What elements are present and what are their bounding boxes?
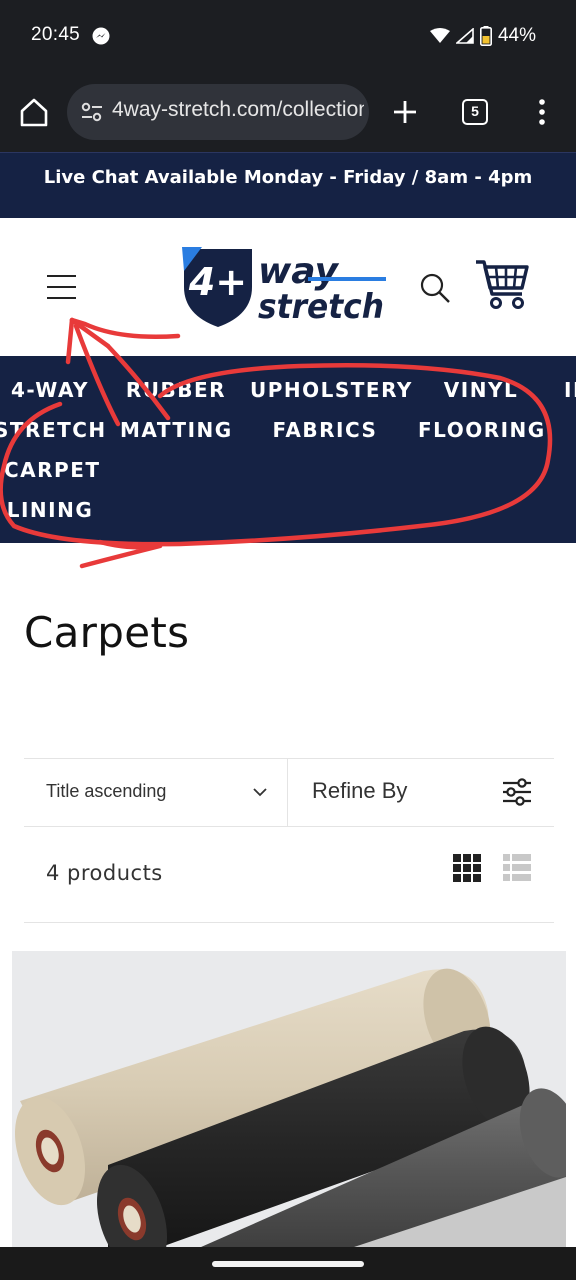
main-navigation: 4-WAY STRETCH RUBBER MATTING UPHOLSTERY … (0, 356, 576, 543)
nav-item-label-line1: 4-WAY (10, 378, 90, 402)
nav-item-label-line1: IN (564, 378, 576, 402)
battery-icon (479, 26, 492, 46)
page-title: Carpets (24, 608, 190, 657)
system-gesture-bar (0, 1247, 576, 1280)
nav-item-label-line2: FABRICS (272, 418, 378, 442)
nav-item-overflow[interactable]: IN (564, 370, 576, 410)
cart-icon[interactable] (474, 258, 530, 312)
product-card[interactable] (12, 951, 566, 1251)
nav-item-label-line2: MATTING (120, 418, 233, 442)
browser-toolbar: 4way-stretch.com/collections/carpets 5 (0, 72, 576, 152)
signal-icon (455, 28, 474, 44)
announcement-bar: Live Chat Available Monday - Friday / 8a… (0, 152, 576, 218)
status-time: 20:45 (31, 24, 81, 45)
list-view-icon[interactable] (503, 854, 531, 882)
nav-item-label-line2: LINING (6, 498, 94, 522)
nav-item-label-line1: CARPET (4, 458, 101, 482)
battery-percent: 44% (497, 25, 536, 46)
nav-item-label-line1: RUBBER (125, 378, 227, 402)
tab-switcher-button[interactable]: 5 (462, 99, 488, 125)
announcement-text: Live Chat Available Monday - Friday / 8a… (43, 167, 533, 188)
search-icon[interactable] (418, 271, 452, 305)
nav-item-label-line2: FLOORING (418, 418, 546, 442)
wifi-icon (429, 28, 450, 43)
product-count-row: 4 products (24, 827, 554, 923)
address-bar[interactable]: 4way-stretch.com/collections/carpets (67, 84, 369, 140)
refine-label: Refine By (312, 778, 408, 803)
logo-word-stretch: stretch (258, 287, 384, 327)
sort-select[interactable]: Title ascending (24, 759, 288, 826)
hamburger-menu-icon[interactable] (46, 273, 77, 301)
url-text[interactable]: 4way-stretch.com/collections/carpets (112, 98, 364, 122)
sort-value: Title ascending (46, 781, 167, 801)
grid-view-icon[interactable] (453, 854, 481, 882)
logo-badge-text: 4+ (188, 260, 247, 304)
nav-item-carpet-lining[interactable]: CARPET LINING (4, 450, 101, 530)
nav-item-label-line2: STRETCH (0, 418, 107, 442)
home-icon[interactable] (16, 94, 52, 130)
product-image-carpet-rolls[interactable] (12, 951, 566, 1251)
status-bar: 20:45 44% (0, 0, 576, 72)
nav-item-upholstery-fabrics[interactable]: UPHOLSTERY FABRICS (250, 370, 413, 450)
chevron-down-icon (253, 788, 267, 797)
home-gesture-handle[interactable] (212, 1261, 364, 1267)
refine-by-button[interactable]: Refine By (288, 759, 554, 826)
nav-item-vinyl-flooring[interactable]: VINYL FLOORING (418, 370, 544, 450)
product-count: 4 products (46, 861, 163, 885)
more-options-icon[interactable] (530, 96, 554, 128)
messenger-icon (92, 27, 110, 45)
nav-item-label-line1: VINYL (443, 378, 519, 402)
nav-item-4-way-stretch[interactable]: 4-WAY STRETCH (0, 370, 106, 450)
nav-item-label-line1: UPHOLSTERY (250, 378, 413, 402)
status-indicators: 44% (429, 24, 536, 48)
facets-bar: Title ascending Refine By (24, 758, 554, 827)
new-tab-icon[interactable] (389, 96, 421, 128)
filter-sliders-icon (503, 778, 531, 806)
site-header: 4+ way stretch (0, 218, 576, 356)
site-logo[interactable]: 4+ way stretch (180, 245, 388, 329)
logo-word-way: way (258, 251, 339, 292)
site-settings-icon[interactable] (81, 102, 103, 122)
nav-item-rubber-matting[interactable]: RUBBER MATTING (120, 370, 232, 450)
